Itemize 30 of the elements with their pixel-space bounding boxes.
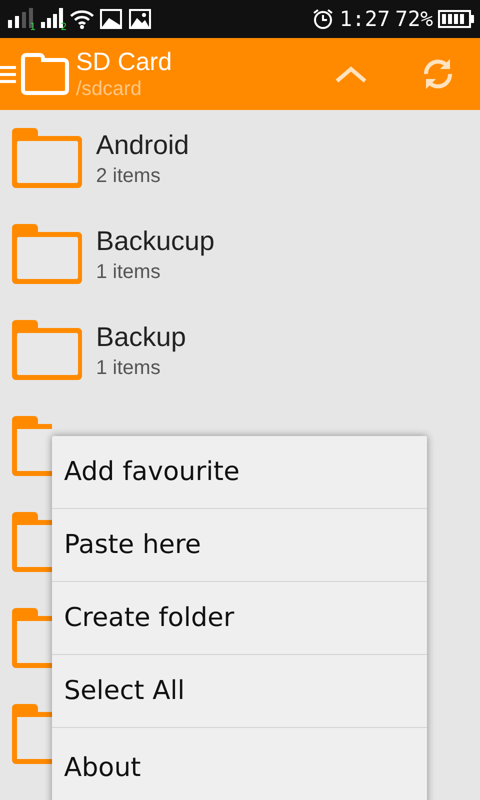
current-path: /sdcard	[76, 77, 143, 101]
up-icon[interactable]	[334, 64, 368, 84]
app-title: SD Card	[76, 47, 173, 77]
image-icon	[128, 8, 152, 30]
battery-icon	[438, 10, 474, 28]
signal-icon	[39, 8, 65, 30]
menu-item[interactable]: Add favourite	[52, 436, 427, 509]
folder-icon	[10, 222, 84, 286]
folder-name: Android	[96, 129, 190, 162]
item-count: 1 items	[96, 356, 162, 381]
menu-item[interactable]: Create folder	[52, 582, 427, 655]
clock: 1:27	[339, 7, 390, 31]
wifi-icon	[70, 9, 94, 29]
menu-item[interactable]: Paste here	[52, 509, 427, 582]
folder-icon	[20, 52, 70, 96]
folder-icon	[10, 126, 84, 190]
menu-item[interactable]: About	[52, 728, 427, 800]
sim-number: 1	[30, 22, 36, 33]
folder-icon	[10, 318, 84, 382]
sim-number: 2	[60, 22, 67, 33]
image-icon	[99, 8, 123, 30]
menu-item[interactable]: Select All	[52, 655, 427, 728]
menu-icon[interactable]	[0, 63, 16, 85]
folder-name: Backup	[96, 321, 186, 354]
battery-percent: 72%	[395, 7, 433, 31]
item-count: 2 items	[96, 164, 162, 189]
item-count: 1 items	[96, 260, 162, 285]
signal-icon	[6, 8, 34, 30]
alarm-icon	[312, 8, 334, 30]
folder-name: Backucup	[96, 225, 215, 258]
